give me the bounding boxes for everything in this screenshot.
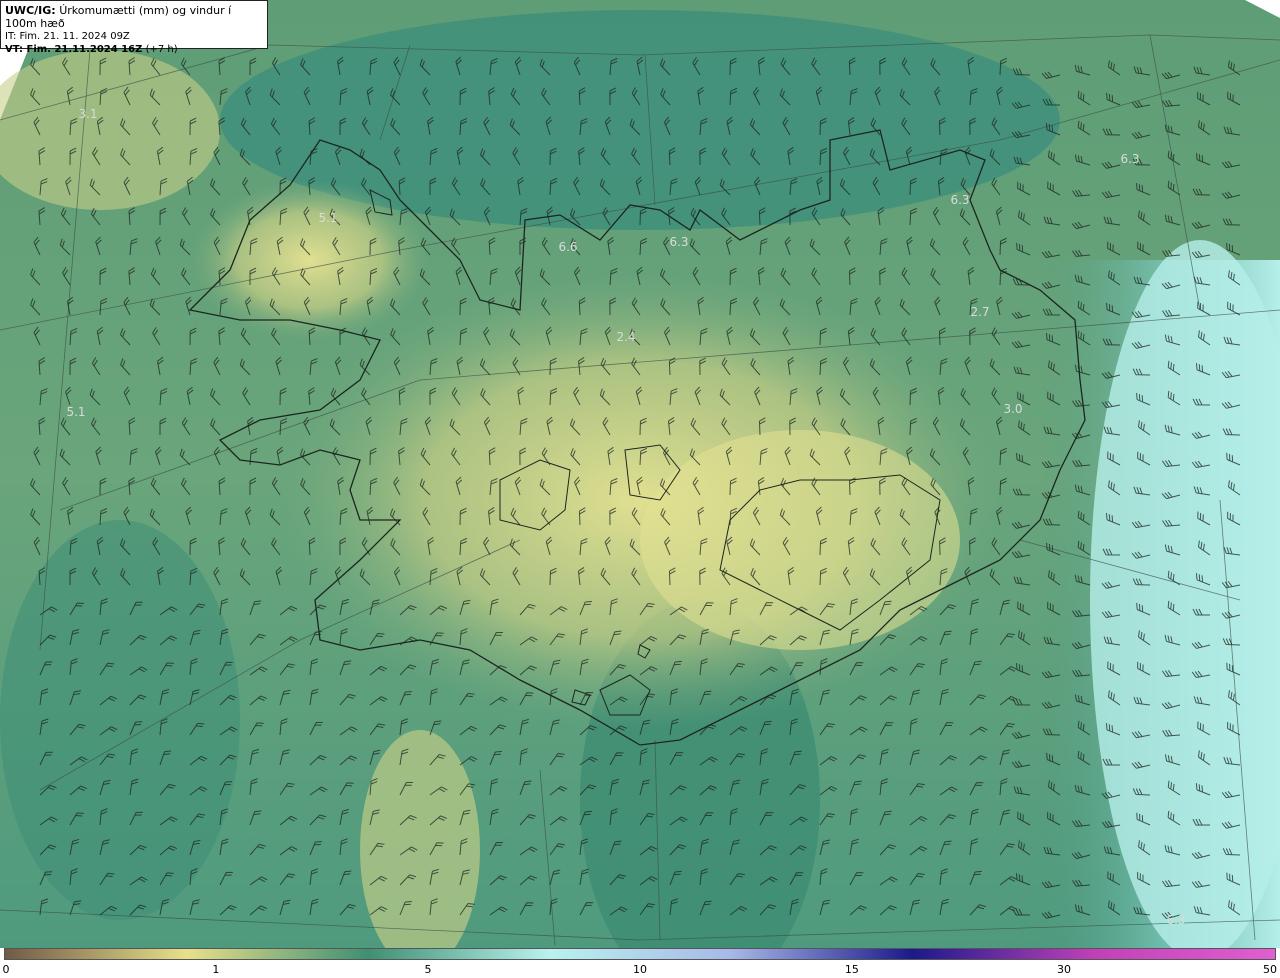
value-label: 3.0: [1003, 402, 1023, 416]
value-label: 6.3: [669, 235, 689, 249]
title-line: UWC/IG: Úrkomumætti (mm) og vindur í 100…: [5, 4, 263, 30]
value-label: 6.3: [1120, 152, 1140, 166]
value-label: 6.6: [558, 240, 578, 254]
product-code: UWC/IG:: [5, 4, 56, 17]
value-label: 6.3: [950, 193, 970, 207]
value-label: 2.4: [616, 330, 636, 344]
color-legend: 0 1 5 10 15 30 50: [0, 948, 1280, 978]
legend-tick-label: 10: [633, 963, 647, 976]
value-label: 5.1: [318, 211, 338, 225]
value-label: 2.7: [970, 305, 990, 319]
map-title-box: UWC/IG: Úrkomumætti (mm) og vindur í 100…: [0, 0, 268, 55]
valid-time: VT: Fim. 21.11.2024 16Z: [5, 44, 143, 55]
legend-tick-label: 0: [2, 963, 10, 976]
value-label: 6.3: [1166, 913, 1186, 927]
legend-tick-label: 15: [844, 963, 859, 976]
valid-time-line: VT: Fim. 21.11.2024 16Z (+7 h): [5, 43, 263, 56]
lead-time: (+7 h): [145, 44, 178, 55]
value-label: 3.1: [78, 107, 98, 121]
legend-tick-label: 30: [1056, 963, 1071, 976]
legend-color-bar: [4, 948, 1276, 960]
legend-tick-label: 1: [212, 963, 220, 976]
legend-tick-label: 50: [1263, 963, 1277, 976]
legend-tick-label: 5: [424, 963, 432, 976]
value-label: 5.1: [66, 405, 86, 419]
init-time: IT: Fim. 21. 11. 2024 09Z: [5, 31, 130, 42]
precipitation-wind-map: [0, 0, 1280, 948]
